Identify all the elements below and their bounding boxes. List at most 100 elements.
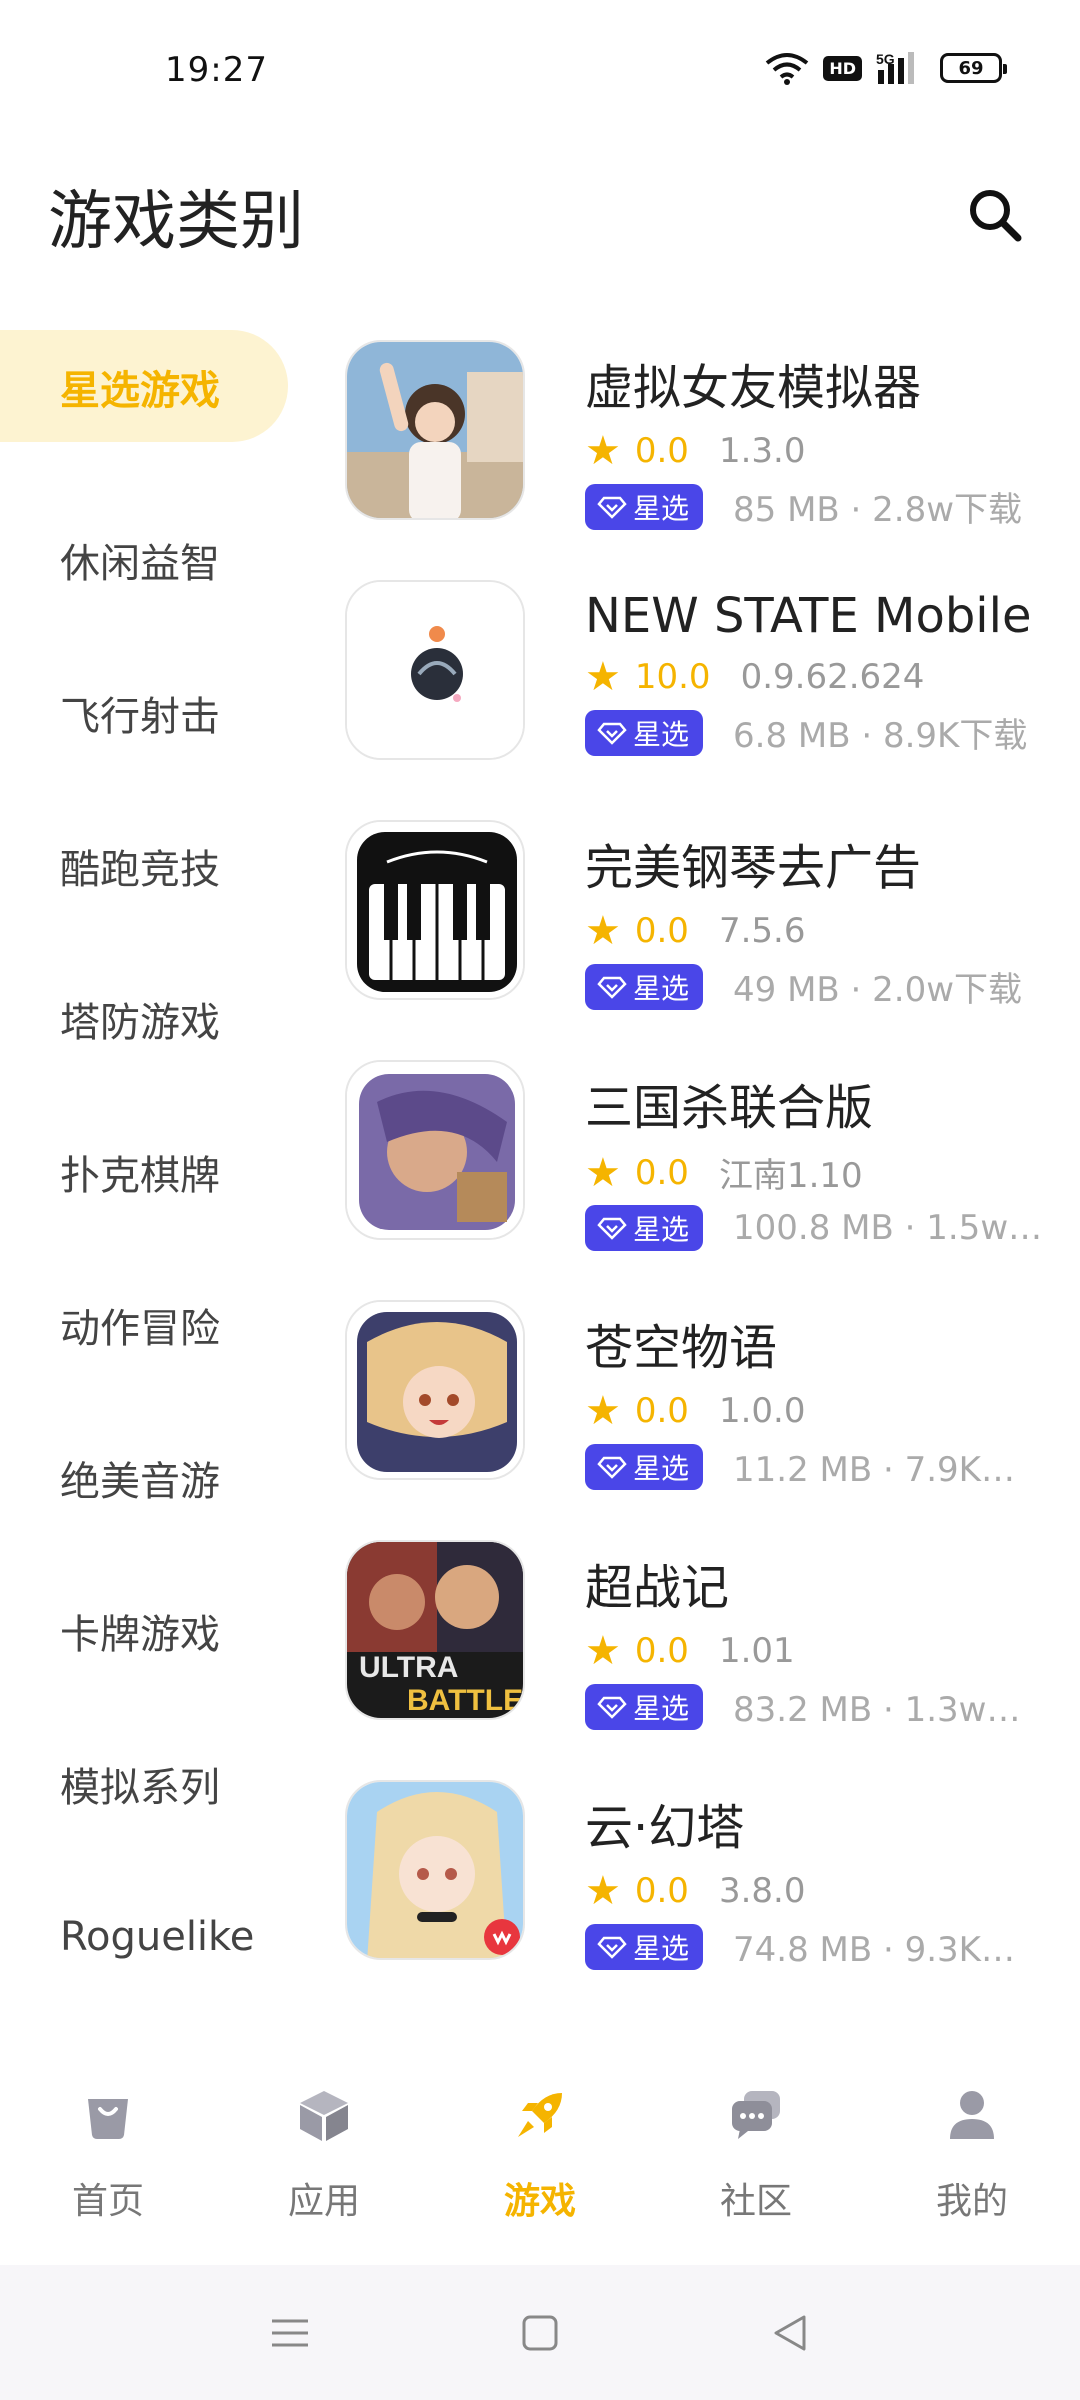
nav-label: 我的 [935,2181,1008,2222]
cube-icon [289,2080,359,2150]
star-icon: ★ [585,908,621,954]
game-icon-yun-huanta [345,1780,525,1960]
game-version: 7.5.6 [718,911,806,951]
game-stats: 6.8 MB · 8.9K下载 [733,716,1028,756]
game-list-item[interactable]: 虚拟女友模拟器 ★ 0.0 1.3.0 星选 85 MB · 2.8w下载 [345,340,1065,580]
nav-label: 游戏 [503,2181,576,2222]
sidebar-item-roguelike[interactable]: Roguelike [0,1860,290,2013]
game-list-item[interactable]: 三国杀联合版 ★ 0.0 江南1.10 星选 100.8 MB · 1.5w… [345,1060,1065,1300]
game-icon-ultra-battle: ULTRA BATTLE [345,1540,525,1720]
diamond-icon [597,1696,627,1719]
star-icon: ★ [585,428,621,474]
svg-text:ULTRA: ULTRA [359,1651,458,1684]
search-icon [970,190,1022,242]
nav-profile[interactable]: 我的 [864,2060,1080,2260]
game-list-item[interactable]: NEW STATE Mobile ★ 10.0 0.9.62.624 星选 6.… [345,580,1065,820]
bottom-nav: 首页 应用 游戏 社区 我的 [0,2060,1080,2260]
game-icon-sanguosha [345,1060,525,1240]
game-name: 苍空物语 [585,1320,778,1376]
nav-label: 社区 [719,2181,792,2222]
person-icon [937,2080,1007,2150]
screen: 19:27 HD 5G 69 游戏类别 星选游戏 休闲益智 飞行射击 酷跑竞技 … [0,0,1080,2400]
back-button[interactable] [760,2303,820,2363]
nav-home[interactable]: 首页 [0,2060,216,2260]
battery-level: 69 [958,57,984,79]
category-sidebar: 星选游戏 休闲益智 飞行射击 酷跑竞技 塔防游戏 扑克棋牌 动作冒险 绝美音游 … [0,330,290,2013]
signal-icon: 5G [876,51,914,84]
nav-games[interactable]: 游戏 [432,2060,648,2260]
game-rating: 0.0 [634,1152,689,1193]
game-icon-virtual-girlfriend [345,340,525,520]
game-version: 江南1.10 [718,1156,863,1196]
shopping-bag-icon [73,2080,143,2150]
search-button[interactable] [960,180,1030,250]
featured-badge: 星选 [585,1683,704,1730]
rocket-icon [505,2080,575,2150]
diamond-icon [597,976,627,999]
menu-icon [272,2319,308,2346]
game-version: 1.3.0 [718,431,806,471]
game-version: 0.9.62.624 [740,657,925,697]
game-rating: 0.0 [634,1631,689,1671]
game-list-item[interactable]: 云·幻塔 ★ 0.0 3.8.0 星选 74.8 MB · 9.3K下载 [345,1780,1065,2020]
featured-badge: 星选 [585,1923,704,1970]
home-square-icon [522,2315,558,2350]
game-stats: 74.8 MB · 9.3K下载 [733,1930,1044,1970]
chat-bubbles-icon [721,2080,791,2150]
menu-button[interactable] [260,2303,320,2363]
sidebar-item-music[interactable]: 绝美音游 [0,1401,290,1554]
sidebar-item-poker-chess[interactable]: 扑克棋牌 [0,1095,290,1248]
featured-badge: 星选 [585,1205,704,1251]
game-rating: 0.0 [634,431,689,471]
status-icons: HD 5G 69 [765,50,1007,86]
sidebar-item-card[interactable]: 卡牌游戏 [0,1554,290,1707]
diamond-icon [597,1936,627,1959]
sidebar-item-simulation[interactable]: 模拟系列 [0,1707,290,1860]
game-list-item[interactable]: ULTRA BATTLE 超战记 ★ 0.0 1.01 星选 83.2 MB ·… [345,1540,1065,1780]
sidebar-item-casual-puzzle[interactable]: 休闲益智 [0,483,290,636]
nav-community[interactable]: 社区 [648,2060,864,2260]
game-list: 虚拟女友模拟器 ★ 0.0 1.3.0 星选 85 MB · 2.8w下载 NE… [345,340,1065,2020]
game-version: 3.8.0 [718,1871,806,1911]
game-stats: 11.2 MB · 7.9K下载 [733,1450,1044,1490]
game-icon-cangkong [345,1300,525,1480]
home-button[interactable] [510,2303,570,2363]
game-list-item[interactable]: 苍空物语 ★ 0.0 1.0.0 星选 11.2 MB · 7.9K下载 [345,1300,1065,1540]
star-icon: ★ [585,1388,621,1434]
game-stats: 83.2 MB · 1.3w下载 [733,1690,1044,1730]
sidebar-item-tower-defense[interactable]: 塔防游戏 [0,942,290,1095]
status-bar: 19:27 HD 5G 69 [0,0,1080,140]
sidebar-item-featured[interactable]: 星选游戏 [0,330,290,483]
hd-badge: HD [823,55,862,81]
featured-badge: 星选 [585,963,704,1010]
nav-label: 首页 [71,2181,144,2222]
back-triangle-icon [774,2315,806,2350]
game-name: 超战记 [585,1560,730,1616]
battery-icon: 69 [940,53,1007,83]
svg-text:BATTLE: BATTLE [407,1684,523,1717]
game-name: NEW STATE Mobile [585,588,1032,644]
star-icon: ★ [585,654,621,700]
sidebar-item-flight-shooter[interactable]: 飞行射击 [0,636,290,789]
diamond-icon [597,722,627,745]
sidebar-item-runner-racing[interactable]: 酷跑竞技 [0,789,290,942]
game-name: 虚拟女友模拟器 [585,360,922,416]
game-rating: 0.0 [634,911,689,951]
game-list-item[interactable]: 完美钢琴去广告 ★ 0.0 7.5.6 星选 49 MB · 2.0w下载 [345,820,1065,1060]
game-name: 三国杀联合版 [585,1080,874,1136]
game-stats: 100.8 MB · 1.5w… [733,1208,1043,1248]
diamond-icon [597,1456,627,1479]
diamond-icon [597,496,627,519]
game-name: 云·幻塔 [585,1800,745,1856]
wifi-icon [766,53,809,85]
game-rating: 10.0 [634,657,711,697]
nav-label: 应用 [287,2181,360,2222]
star-icon: ★ [585,1868,621,1914]
sidebar-item-action-adventure[interactable]: 动作冒险 [0,1248,290,1401]
nav-apps[interactable]: 应用 [216,2060,432,2260]
featured-badge: 星选 [585,709,704,756]
star-icon: ★ [585,1149,621,1196]
game-rating: 0.0 [634,1871,689,1911]
game-stats: 85 MB · 2.8w下载 [733,490,1023,530]
game-name: 完美钢琴去广告 [585,840,922,896]
